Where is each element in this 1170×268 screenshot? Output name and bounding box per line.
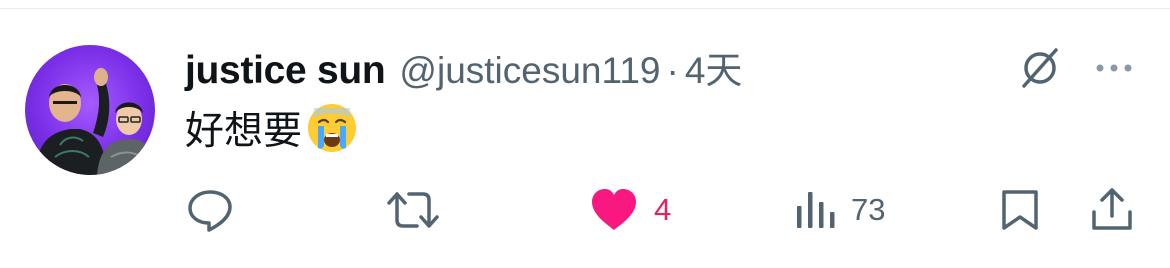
- more-button[interactable]: [1090, 48, 1138, 88]
- views-button[interactable]: 73: [795, 186, 885, 234]
- reply-bubble-icon: [188, 190, 232, 232]
- like-button[interactable]: 4: [588, 186, 671, 234]
- share-button[interactable]: [1088, 186, 1136, 234]
- top-divider: [0, 8, 1170, 9]
- grok-icon: [1022, 48, 1058, 88]
- tweet-text: 好想要: [185, 100, 358, 156]
- reply-button[interactable]: [185, 186, 235, 234]
- views-bar-chart-icon: [797, 192, 835, 228]
- avatar-photo: [35, 68, 155, 175]
- tweet-text-content: 好想要: [185, 110, 303, 153]
- more-horizontal-icon: [1096, 64, 1132, 72]
- tweet-header: justice sun @justicesun119 · 4天: [185, 40, 742, 95]
- crying-face-emoji-icon: [308, 104, 357, 152]
- views-count: 73: [851, 192, 886, 227]
- retweet-button[interactable]: [385, 186, 441, 234]
- timestamp[interactable]: 4天: [685, 40, 743, 94]
- author-handle[interactable]: @justicesun119: [399, 50, 660, 92]
- action-bar: 4 73: [0, 180, 1170, 240]
- bookmark-icon: [1002, 190, 1038, 230]
- bookmark-button[interactable]: [998, 186, 1042, 234]
- avatar[interactable]: [25, 45, 155, 175]
- grok-button[interactable]: [1016, 44, 1064, 92]
- retweet-icon: [387, 192, 439, 228]
- heart-filled-icon: [592, 189, 636, 230]
- share-upload-icon: [1092, 188, 1132, 230]
- separator-dot: ·: [666, 50, 679, 91]
- author-name[interactable]: justice sun: [185, 49, 386, 93]
- like-count: 4: [654, 192, 672, 227]
